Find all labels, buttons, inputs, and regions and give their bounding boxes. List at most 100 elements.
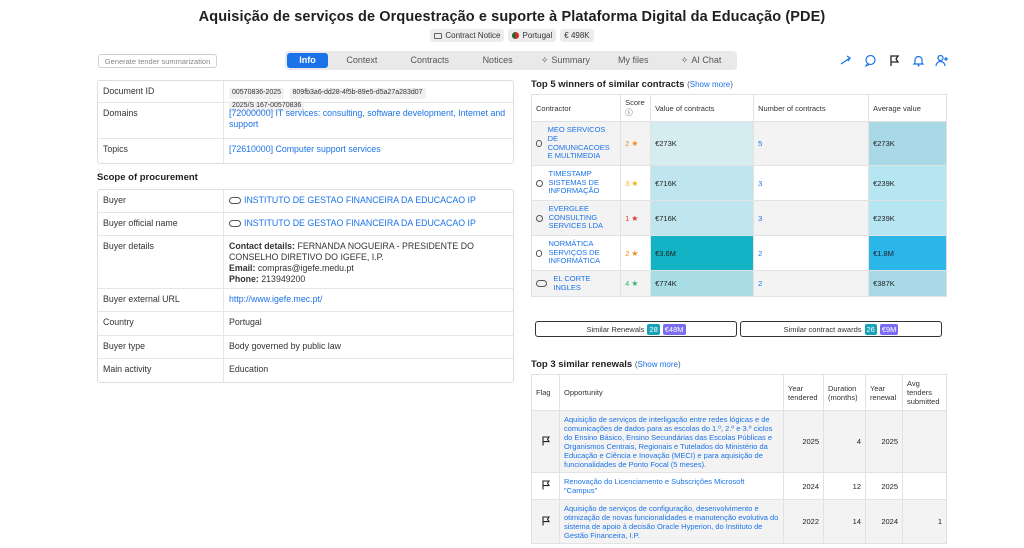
country-badge: Portugal bbox=[508, 29, 557, 42]
opportunity-header: Opportunity bbox=[559, 374, 784, 411]
year-renewal-cell: 2024 bbox=[865, 499, 903, 544]
buyer-type-label: Buyer type bbox=[98, 336, 224, 358]
duration-cell: 12 bbox=[823, 472, 866, 500]
organization-icon bbox=[536, 280, 548, 287]
opportunity-link[interactable]: Aquisição de serviços de configuração, d… bbox=[559, 499, 784, 544]
organization-icon bbox=[536, 179, 543, 187]
organization-icon bbox=[536, 214, 543, 222]
contractor-link[interactable]: EL CORTE INGLES bbox=[553, 274, 616, 292]
contract-count-link[interactable]: 3 bbox=[753, 200, 870, 236]
renewals-show-more-link[interactable]: Show more bbox=[638, 360, 678, 369]
awards-value-badge: €9M bbox=[879, 323, 899, 335]
score-header: Score ⓘ bbox=[620, 94, 652, 122]
contractor-link[interactable]: NORMÁTICA SERVIÇOS DE INFORMÁTICA bbox=[548, 239, 616, 266]
comment-icon[interactable] bbox=[863, 53, 877, 67]
domains-label: Domains bbox=[98, 103, 224, 138]
buyer-official-row: Buyer official name INSTITUTO DE GESTAO … bbox=[98, 213, 513, 236]
contract-value-cell: €716K bbox=[650, 200, 755, 236]
renewals-count-badge: 28 bbox=[647, 323, 660, 335]
contract-count-link[interactable]: 5 bbox=[753, 121, 870, 166]
number-header: Number of contracts bbox=[753, 94, 870, 122]
winner-row: TIMESTAMP SISTEMAS DE INFORMAÇÃO 3 ★ €716K 3… bbox=[530, 165, 947, 201]
action-icons bbox=[839, 53, 949, 67]
contract-count-link[interactable]: 3 bbox=[753, 165, 870, 201]
sparkle-icon: ✧ bbox=[540, 55, 549, 65]
bell-icon[interactable] bbox=[911, 53, 925, 67]
buyer-details-label: Buyer details bbox=[98, 236, 224, 288]
tab-summary[interactable]: ✧ Summary bbox=[531, 53, 599, 68]
star-icon: ★ bbox=[631, 139, 639, 148]
star-icon: ★ bbox=[631, 213, 639, 223]
contract-count-link[interactable]: 2 bbox=[753, 270, 870, 297]
star-icon: ★ bbox=[631, 248, 639, 258]
opportunity-link[interactable]: Aquisição de serviços de interligação en… bbox=[559, 410, 784, 473]
opportunity-link[interactable]: Renovação do Licenciamento e Subscrições… bbox=[559, 472, 784, 500]
buyer-official-link[interactable]: INSTITUTO DE GESTAO FINANCEIRA DA EDUCAC… bbox=[224, 213, 513, 235]
buyer-type-row: Buyer type Body governed by public law bbox=[98, 336, 513, 359]
contractor-link[interactable]: EVERGLEE CONSULTING SERVICES LDA bbox=[549, 204, 617, 231]
duration-cell: 14 bbox=[823, 499, 866, 544]
topics-row: Topics [72610000] Computer support servi… bbox=[98, 139, 513, 163]
year-renewal-cell: 2025 bbox=[865, 472, 903, 500]
organization-icon bbox=[536, 140, 542, 147]
tab-bar: Info Context Contracts Notices ✧ Summary … bbox=[285, 51, 737, 70]
flag-icon[interactable] bbox=[541, 515, 551, 528]
contract-type-badge: Contract Notice bbox=[430, 29, 505, 42]
tab-info[interactable]: Info bbox=[287, 53, 328, 68]
renewals-value-badge: €48M bbox=[662, 323, 686, 335]
tab-context[interactable]: Context bbox=[328, 53, 396, 68]
flag-icon[interactable] bbox=[887, 53, 901, 67]
buyer-details-row: Buyer details Contact details: FERNANDA … bbox=[98, 236, 513, 289]
similar-awards-button[interactable]: Similar contract awards 26 €9M bbox=[740, 321, 942, 337]
main-activity-value: Education bbox=[229, 364, 269, 374]
contractor-link[interactable]: TIMESTAMP SISTEMAS DE INFORMAÇÃO bbox=[549, 169, 617, 196]
organization-icon bbox=[229, 220, 241, 227]
contract-value-cell: €774K bbox=[650, 270, 755, 297]
year-renewal-cell: 2025 bbox=[865, 410, 903, 473]
portugal-flag-icon bbox=[512, 32, 520, 39]
avg-tenders-cell bbox=[902, 472, 947, 500]
organization-icon bbox=[536, 249, 543, 257]
renewals-table: Flag Opportunity Year tendered Duration … bbox=[531, 374, 947, 544]
year-tendered-cell: 2025 bbox=[783, 410, 824, 473]
generate-summary-button[interactable]: Generate tender summarization bbox=[98, 54, 217, 68]
topics-label: Topics bbox=[98, 139, 224, 163]
average-value-cell: €273K bbox=[868, 121, 947, 166]
score-value: 4 bbox=[625, 279, 630, 288]
flag-icon[interactable] bbox=[541, 435, 551, 448]
year-tendered-header: Year tendered bbox=[783, 374, 824, 411]
star-icon: ★ bbox=[631, 279, 639, 288]
badges-row: Contract Notice Portugal € 498K bbox=[0, 29, 1024, 42]
average-value-cell: €1.8M bbox=[868, 235, 947, 271]
external-url-label: Buyer external URL bbox=[98, 289, 224, 311]
avg-tenders-cell bbox=[902, 410, 947, 473]
tab-notices[interactable]: Notices bbox=[464, 53, 532, 68]
winner-row: MEO SERVICOS DE COMUNICACOES E MULTIMEDI… bbox=[530, 121, 947, 166]
tab-my-files[interactable]: My files bbox=[599, 53, 667, 68]
topics-link[interactable]: [72610000] Computer support services bbox=[224, 139, 513, 163]
value-badge: € 498K bbox=[560, 29, 594, 42]
contract-value-cell: €3.6M bbox=[650, 235, 755, 271]
buyer-details-value: Contact details: FERNANDA NOGUEIRA - PRE… bbox=[229, 241, 474, 284]
main-activity-row: Main activity Education bbox=[98, 359, 513, 382]
awards-count-badge: 26 bbox=[864, 323, 877, 335]
external-url-link[interactable]: http://www.igefe.mec.pt/ bbox=[224, 289, 513, 311]
winners-show-more-link[interactable]: Show more bbox=[690, 80, 730, 89]
tab-contracts[interactable]: Contracts bbox=[396, 53, 464, 68]
average-value-cell: €387K bbox=[868, 270, 947, 297]
buyer-link[interactable]: INSTITUTO DE GESTAO FINANCEIRA DA EDUCAC… bbox=[224, 190, 513, 212]
domains-link[interactable]: [72000000] IT services: consulting, soft… bbox=[224, 103, 513, 138]
similar-renewals-button[interactable]: Similar Renewals 28 €48M bbox=[535, 321, 737, 337]
winners-title: Top 5 winners of similar contracts (Show… bbox=[531, 79, 733, 90]
contractor-link[interactable]: MEO SERVICOS DE COMUNICACOES E MULTIMEDI… bbox=[548, 125, 616, 161]
tab-ai-chat[interactable]: ✧ AI Chat bbox=[667, 53, 735, 68]
duration-cell: 4 bbox=[823, 410, 866, 473]
share-icon[interactable] bbox=[839, 53, 853, 67]
contract-value-cell: €273K bbox=[650, 121, 755, 166]
renewals-title: Top 3 similar renewals (Show more) bbox=[531, 359, 681, 370]
contract-count-link[interactable]: 2 bbox=[753, 235, 870, 271]
flag-icon[interactable] bbox=[541, 480, 551, 492]
add-user-icon[interactable] bbox=[935, 53, 949, 67]
winners-table: Contractor Score ⓘ Value of contracts Num… bbox=[530, 94, 947, 297]
main-activity-label: Main activity bbox=[98, 359, 224, 382]
